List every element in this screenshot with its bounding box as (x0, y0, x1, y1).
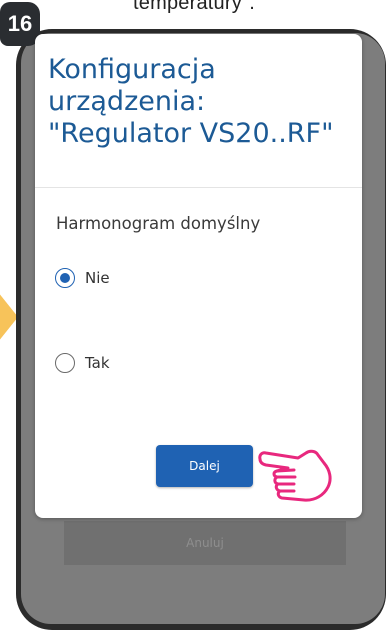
dialog-title: Konfiguracja urządzenia: "Regulator VS20… (48, 54, 358, 150)
radio-option-nie[interactable]: Nie (55, 268, 110, 288)
default-schedule-label: Harmonogram domyślny (56, 214, 261, 233)
title-line: "Regulator VS20..RF" (48, 118, 334, 149)
device-config-dialog: Konfiguracja urządzenia: "Regulator VS20… (35, 34, 362, 518)
radio-unchecked-icon[interactable] (55, 353, 75, 373)
instruction-caption: temperatury". (133, 0, 255, 14)
radio-label-nie: Nie (85, 269, 110, 287)
radio-checked-icon[interactable] (55, 268, 75, 288)
next-button[interactable]: Dalej (156, 445, 253, 487)
title-line: Konfiguracja (48, 54, 216, 85)
radio-option-tak[interactable]: Tak (55, 353, 110, 373)
pointing-hand-icon (258, 449, 332, 502)
dialog-divider (35, 187, 362, 188)
step-badge: 16 (0, 2, 40, 46)
radio-dot-icon (60, 273, 70, 283)
radio-label-tak: Tak (85, 354, 110, 372)
cancel-button: Anuluj (64, 521, 346, 565)
title-line: urządzenia: (48, 86, 206, 117)
